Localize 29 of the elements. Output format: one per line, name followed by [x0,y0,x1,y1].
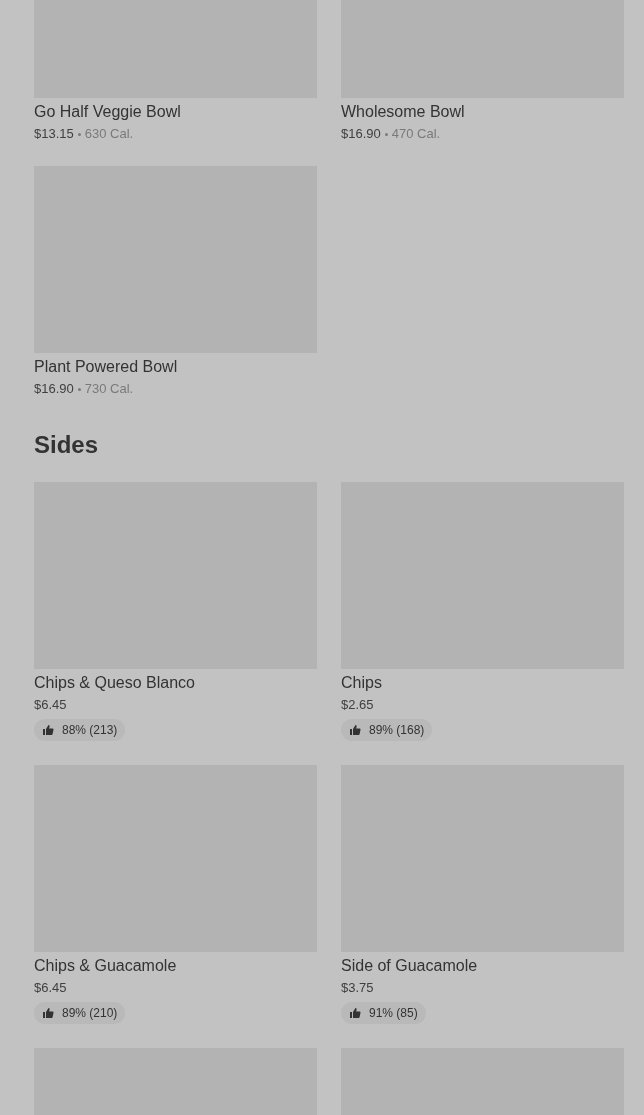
separator-dot [384,132,388,136]
separator-dot [77,387,81,391]
item-name[interactable]: Chips & Queso Blanco [34,673,195,693]
rating-text: 91% (85) [369,1005,418,1021]
item-name[interactable]: Chips & Guacamole [34,956,177,976]
item-price: $6.45 [34,697,67,713]
separator-dot [77,132,81,136]
item-price: $6.45 [34,980,67,996]
item-name[interactable]: Wholesome Bowl [341,102,465,122]
rating-text: 89% (210) [62,1005,118,1021]
item-price: $3.75 [341,980,374,996]
item-price: $16.90 [341,126,381,142]
item-calories: 470 Cal. [391,126,441,142]
rating-text: 89% (168) [369,722,425,738]
item-name[interactable]: Plant Powered Bowl [34,357,178,377]
item-calories: 630 Cal. [84,126,134,142]
thumbs-up-icon [42,724,54,736]
thumbs-up-icon [349,1007,361,1019]
section-heading: Sides [34,430,100,460]
thumbs-up-icon [42,1007,54,1019]
item-price: $16.90 [34,381,74,397]
item-price: $2.65 [341,697,374,713]
item-name[interactable]: Chips [341,673,382,693]
item-name[interactable]: Go Half Veggie Bowl [34,102,181,122]
rating-text: 88% (213) [62,722,118,738]
item-price: $13.15 [34,126,74,142]
item-name[interactable]: Side of Guacamole [341,956,478,976]
thumbs-up-icon [349,724,361,736]
item-calories: 730 Cal. [84,381,134,397]
